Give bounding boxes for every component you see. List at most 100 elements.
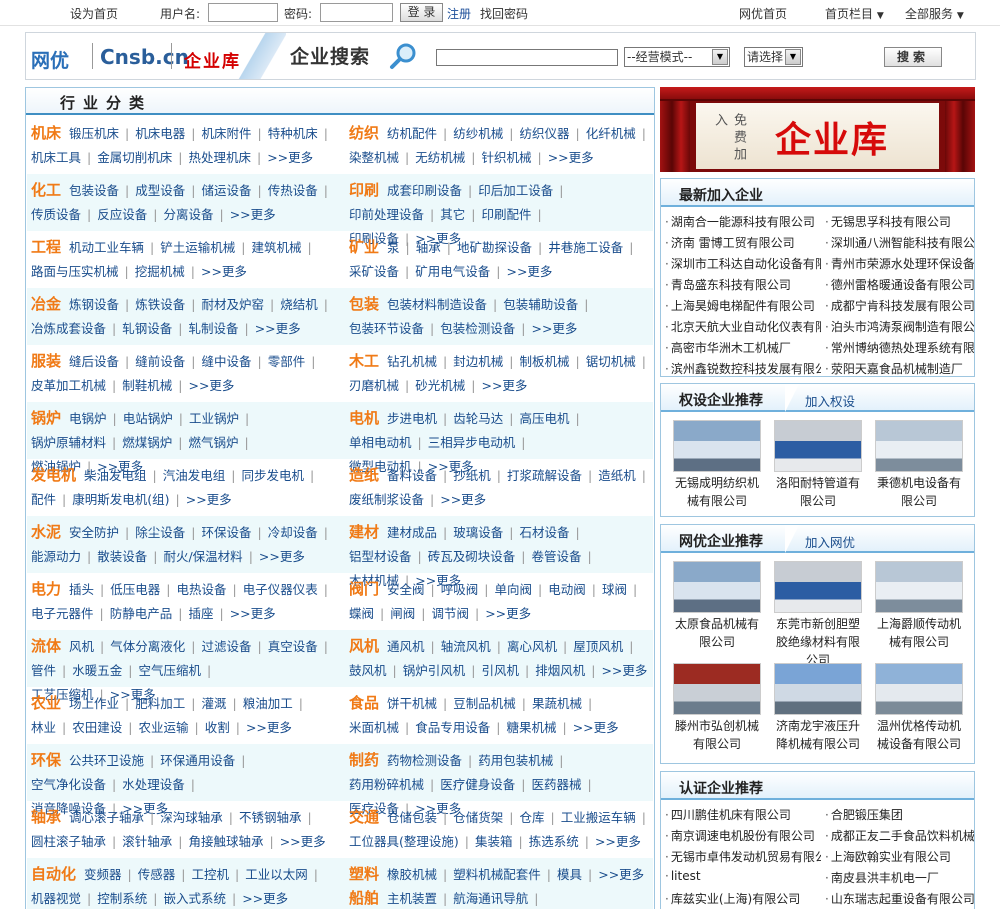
- company-link[interactable]: · 湖南合一能源科技有限公司: [665, 213, 821, 230]
- more-link[interactable]: >>更多: [186, 492, 232, 507]
- subcategory-link[interactable]: 模具: [557, 867, 582, 882]
- category-name-link[interactable]: 发电机: [31, 466, 76, 484]
- more-link[interactable]: >>更多: [548, 150, 594, 165]
- subcategory-link[interactable]: 食品专用设备: [415, 720, 490, 735]
- company-link[interactable]: · 库兹实业(上海)有限公司: [665, 890, 821, 907]
- category-name-link[interactable]: 服装: [31, 352, 61, 370]
- company-thumb[interactable]: 济南龙宇液压升降机械有限公司: [772, 663, 864, 753]
- subcategory-link[interactable]: 燃煤锅炉: [122, 435, 172, 450]
- more-link[interactable]: >>更多: [280, 834, 326, 849]
- subcategory-link[interactable]: 插座: [188, 606, 213, 621]
- subcategory-link[interactable]: 仓储包装: [387, 810, 437, 825]
- company-link[interactable]: · 南京调速电机股份有限公司: [665, 827, 821, 844]
- subcategory-link[interactable]: 砖瓦及砌块设备: [428, 549, 516, 564]
- subcategory-link[interactable]: 拣选系统: [529, 834, 579, 849]
- subcategory-link[interactable]: 水暖五金: [72, 663, 122, 678]
- more-link[interactable]: >>更多: [255, 321, 301, 336]
- subcategory-link[interactable]: 储运设备: [201, 183, 251, 198]
- subcategory-link[interactable]: 冶炼成套设备: [31, 321, 106, 336]
- company-link[interactable]: ·常州博纳德热处理系统有限公司: [825, 339, 974, 356]
- subcategory-link[interactable]: 控制系统: [97, 891, 147, 906]
- subcategory-link[interactable]: 纺机配件: [387, 126, 437, 141]
- more-link[interactable]: >>更多: [230, 606, 276, 621]
- home-columns-menu[interactable]: 首页栏目 ▼: [825, 5, 884, 22]
- subcategory-link[interactable]: 针织机械: [481, 150, 531, 165]
- subcategory-link[interactable]: 药用包装机械: [478, 753, 553, 768]
- subcategory-link[interactable]: 蝶阀: [349, 606, 374, 621]
- subcategory-link[interactable]: 废纸制浆设备: [349, 492, 424, 507]
- subcategory-link[interactable]: 主机装置: [387, 891, 437, 906]
- subcategory-link[interactable]: 通风机: [387, 639, 425, 654]
- subcategory-link[interactable]: 传热设备: [268, 183, 318, 198]
- category-name-link[interactable]: 轴承: [31, 808, 61, 826]
- subcategory-link[interactable]: 炼铁设备: [135, 297, 185, 312]
- subcategory-link[interactable]: 果蔬机械: [532, 696, 582, 711]
- subcategory-link[interactable]: 包装辅助设备: [503, 297, 578, 312]
- subcategory-link[interactable]: 除尘设备: [135, 525, 185, 540]
- subcategory-link[interactable]: 无纺机械: [415, 150, 465, 165]
- subcategory-link[interactable]: 挖掘机械: [135, 264, 185, 279]
- subcategory-link[interactable]: 泵: [387, 240, 400, 255]
- subcategory-link[interactable]: 医药器械: [531, 777, 581, 792]
- subcategory-link[interactable]: 屋顶风机: [573, 639, 623, 654]
- subcategory-link[interactable]: 饼干机械: [387, 696, 437, 711]
- subcategory-link[interactable]: 包装设备: [69, 183, 119, 198]
- subcategory-link[interactable]: 烧结机: [280, 297, 318, 312]
- more-link[interactable]: >>更多: [259, 549, 305, 564]
- company-link[interactable]: · 南皮县洪丰机电一厂: [825, 869, 974, 886]
- subcategory-link[interactable]: 农业运输: [138, 720, 188, 735]
- subcategory-link[interactable]: 炼钢设备: [69, 297, 119, 312]
- subcategory-link[interactable]: 卷管设备: [531, 549, 581, 564]
- join-wangyou-tab[interactable]: 加入网优: [805, 532, 855, 551]
- subcategory-link[interactable]: 滚针轴承: [122, 834, 172, 849]
- set-home-link[interactable]: 设为首页: [70, 5, 118, 22]
- company-link[interactable]: · 上海昊姆电梯配件有限公司: [665, 297, 821, 314]
- subcategory-link[interactable]: 真空设备: [268, 639, 318, 654]
- subcategory-link[interactable]: 金属切削机床: [97, 150, 172, 165]
- subcategory-link[interactable]: 步进电机: [387, 411, 437, 426]
- subcategory-link[interactable]: 耐材及炉窑: [201, 297, 264, 312]
- subcategory-link[interactable]: 锻压机床: [69, 126, 119, 141]
- subcategory-link[interactable]: 锅炉原辅材料: [31, 435, 106, 450]
- subcategory-link[interactable]: 铝型材设备: [349, 549, 412, 564]
- subcategory-link[interactable]: 铲土运输机械: [160, 240, 235, 255]
- company-thumb[interactable]: 滕州市弘创机械有限公司: [671, 663, 763, 753]
- subcategory-link[interactable]: 米面机械: [349, 720, 399, 735]
- more-link[interactable]: >>更多: [598, 867, 644, 882]
- company-link[interactable]: ·青州市荣源水处理环保设备有限公司: [825, 255, 974, 272]
- subcategory-link[interactable]: 航海通讯导航: [453, 891, 528, 906]
- company-link[interactable]: · 上海欧翰实业有限公司: [825, 848, 974, 865]
- subcategory-link[interactable]: 机器视觉: [31, 891, 81, 906]
- subcategory-link[interactable]: 电站锅炉: [123, 411, 173, 426]
- subcategory-link[interactable]: 橡胶机械: [387, 867, 437, 882]
- subcategory-link[interactable]: 风机: [69, 639, 94, 654]
- more-link[interactable]: >>更多: [440, 492, 486, 507]
- company-link[interactable]: ·滨州鑫锐数控科技发展有限公司: [665, 360, 821, 376]
- subcategory-link[interactable]: 豆制品机械: [453, 696, 516, 711]
- subcategory-link[interactable]: 打浆疏解设备: [507, 468, 582, 483]
- register-link[interactable]: 注册: [447, 5, 471, 22]
- subcategory-link[interactable]: 工位器具(整理设施): [349, 834, 459, 849]
- more-link[interactable]: >>更多: [188, 378, 234, 393]
- subcategory-link[interactable]: 分离设备: [163, 207, 213, 222]
- subcategory-link[interactable]: 能源动力: [31, 549, 81, 564]
- category-name-link[interactable]: 流体: [31, 637, 61, 655]
- subcategory-link[interactable]: 场上作业: [69, 696, 119, 711]
- business-mode-select[interactable]: --经营模式-- ▼: [624, 47, 730, 67]
- company-link[interactable]: · 山东瑞志起重设备有限公司: [825, 890, 974, 907]
- recover-password-link[interactable]: 找回密码: [480, 5, 528, 22]
- subcategory-link[interactable]: 矿用电气设备: [415, 264, 490, 279]
- subcategory-link[interactable]: 缝后设备: [69, 354, 119, 369]
- category-name-link[interactable]: 冶金: [31, 295, 61, 313]
- company-link[interactable]: ·无锡市卓伟发动机贸易有限公司: [665, 848, 821, 865]
- company-link[interactable]: · litest: [665, 869, 821, 883]
- subcategory-link[interactable]: 单向阀: [494, 582, 532, 597]
- category-name-link[interactable]: 木工: [349, 352, 379, 370]
- more-link[interactable]: >>更多: [531, 321, 577, 336]
- subcategory-link[interactable]: 机床附件: [201, 126, 251, 141]
- category-name-link[interactable]: 包装: [349, 295, 379, 313]
- more-link[interactable]: >>更多: [506, 264, 552, 279]
- company-thumb[interactable]: 无锡成明纺织机械有限公司: [671, 420, 763, 510]
- company-link[interactable]: · 合肥锻压集团: [825, 806, 974, 823]
- subcategory-link[interactable]: 调心滚子轴承: [69, 810, 144, 825]
